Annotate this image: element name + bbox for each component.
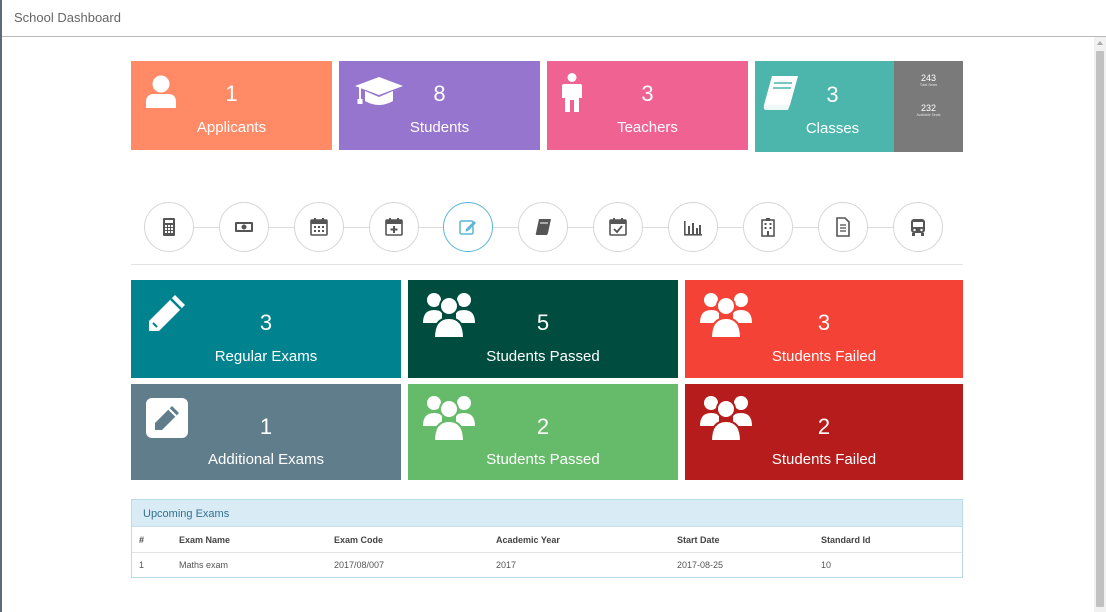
teachers-count: 3 [641,81,654,106]
upcoming-exams-title: Upcoming Exams [143,508,230,520]
cell-exam-code: 2017/08/007 [334,560,385,570]
col-start-date: Start Date [677,535,720,545]
nav-exams[interactable] [443,202,493,252]
cell-exam-name: Maths exam [179,560,229,570]
col-exam-name: Exam Name [179,535,231,545]
students-label: Students [409,119,470,136]
nav-add-event[interactable] [369,202,419,252]
upcoming-exams-panel: Upcoming Exams # Exam Name Exam Code Aca… [131,499,963,578]
total-seats-value: 243 [920,73,937,83]
scroll-up-arrow-icon[interactable] [1097,41,1103,45]
teachers-label: Teachers [617,119,678,136]
cell-standard-id: 10 [821,560,832,570]
additional-students-passed-card[interactable]: 2 Students Passed [408,384,678,480]
additional-students-failed-card[interactable]: 2 Students Failed [685,384,963,480]
students-card[interactable]: 8 Students [339,61,540,150]
students-count: 8 [433,81,446,106]
regular-exams-label: Regular Exams [214,348,318,365]
teachers-card[interactable]: 3 Teachers [547,61,748,150]
bar-chart-icon [684,221,702,236]
regular-exams-card[interactable]: 3 Regular Exams [131,280,401,378]
students-failed-card[interactable]: 3 Students Failed [685,280,963,378]
available-seats-label: Available Seats [916,113,941,117]
document-icon [836,217,850,237]
additional-students-passed-label: Students Passed [486,451,600,468]
additional-exams-count: 1 [259,414,273,439]
upcoming-exams-header: Upcoming Exams [132,500,962,527]
section-divider [131,264,963,265]
students-failed-label: Students Failed [771,348,877,365]
additional-students-failed-label: Students Failed [771,451,877,468]
scrollbar-thumb[interactable] [1096,51,1104,607]
calendar-icon [310,218,328,236]
col-academic-year: Academic Year [496,535,560,545]
nav-documents[interactable] [818,202,868,252]
calculator-icon [163,218,175,236]
applicants-label: Applicants [196,119,267,136]
total-seats-label: Total Seats [919,83,938,87]
nav-hostel[interactable] [743,202,793,252]
nav-fees[interactable] [219,202,269,252]
bus-icon [911,219,925,236]
col-number: # [139,535,145,545]
additional-exams-card[interactable]: 1 Additional Exams [131,384,401,480]
col-exam-code: Exam Code [334,535,384,545]
additional-students-passed-count: 2 [536,414,550,439]
students-failed-count: 3 [817,310,831,335]
vertical-scrollbar[interactable] [1094,37,1106,612]
available-seats-value: 232 [920,103,937,113]
nav-transport[interactable] [893,202,943,252]
additional-students-failed-count: 2 [817,414,831,439]
nav-timetable[interactable] [294,202,344,252]
calendar-plus-icon [385,218,403,236]
table-row-divider [132,552,962,553]
cell-start-date: 2017-08-25 [677,560,724,570]
students-passed-count: 5 [536,310,550,335]
calendar-check-icon [609,218,627,236]
page-title: School Dashboard [14,10,121,25]
classes-card[interactable]: 3 Classes [755,61,894,152]
header-bar: School Dashboard [2,0,1106,37]
regular-exams-count: 3 [259,310,273,335]
edit-icon [459,220,476,235]
applicants-count: 1 [225,81,238,106]
nav-attendance[interactable] [593,202,643,252]
nav-library[interactable] [518,202,568,252]
building-icon [761,218,775,237]
book-icon [535,219,551,235]
nav-reports[interactable] [668,202,718,252]
cell-academic-year: 2017 [496,560,517,570]
classes-label: Classes [805,120,860,137]
students-passed-card[interactable]: 5 Students Passed [408,280,678,378]
money-icon [235,222,253,232]
nav-calculator[interactable] [144,202,194,252]
students-passed-label: Students Passed [486,348,600,365]
left-border [0,0,2,612]
applicants-card[interactable]: 1 Applicants [131,61,332,150]
col-standard-id: Standard Id [821,535,871,545]
cell-number: 1 [139,560,145,570]
additional-exams-label: Additional Exams [208,451,324,468]
class-seats-panel: 243 Total Seats 232 Available Seats [894,61,963,152]
classes-count: 3 [826,82,839,107]
